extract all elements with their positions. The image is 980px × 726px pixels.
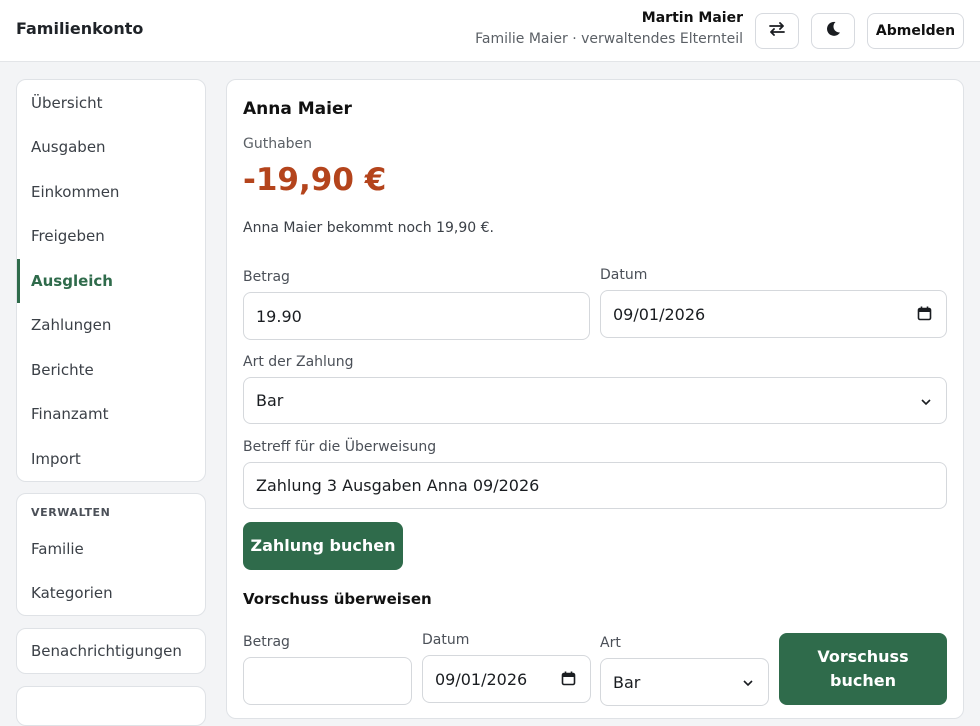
book-advance-label-line2: buchen <box>830 671 896 690</box>
book-advance-label-line1: Vorschuss <box>817 647 909 666</box>
payment-type-label: Art der Zahlung <box>243 354 354 370</box>
payment-type-select[interactable]: Bar <box>243 377 947 424</box>
balance-note: Anna Maier bekommt noch 19,90 €. <box>243 220 494 236</box>
user-role: Familie Maier · verwaltendes Elternteil <box>475 31 743 47</box>
dark-mode-button[interactable] <box>811 13 855 49</box>
sidebar-item-import[interactable]: Import <box>17 437 205 481</box>
payment-date-input[interactable]: 09/01/2026 <box>600 290 947 338</box>
advance-amount-input[interactable] <box>243 657 412 705</box>
payment-date-value: 09/01/2026 <box>613 304 706 324</box>
payment-date-label: Datum <box>600 267 648 283</box>
advance-amount-label: Betrag <box>243 634 290 650</box>
payment-amount-input[interactable]: 19.90 <box>243 292 590 340</box>
sidebar-nav: Übersicht Ausgaben Einkommen Freigeben A… <box>16 79 206 482</box>
sidebar-item-finanzamt[interactable]: Finanzamt <box>17 392 205 436</box>
calendar-icon[interactable] <box>917 306 932 325</box>
top-bar: Familienkonto Martin Maier Familie Maier… <box>0 0 980 62</box>
user-info: Martin Maier Familie Maier · verwaltende… <box>475 10 743 47</box>
logout-button[interactable]: Abmelden <box>867 13 964 49</box>
advance-date-value: 09/01/2026 <box>435 669 528 689</box>
sidebar-item-zahlungen[interactable]: Zahlungen <box>17 303 205 347</box>
payment-reference-input[interactable]: Zahlung 3 Ausgaben Anna 09/2026 <box>243 462 947 509</box>
manage-heading: VERWALTEN <box>31 506 111 519</box>
payment-reference-label: Betreff für die Überweisung <box>243 439 437 455</box>
advance-heading: Vorschuss überweisen <box>243 590 432 608</box>
moon-icon <box>824 20 842 42</box>
person-name: Anna Maier <box>243 99 352 119</box>
chevron-down-icon <box>920 393 932 412</box>
advance-type-value: Bar <box>613 672 641 692</box>
book-payment-button[interactable]: Zahlung buchen <box>243 522 403 570</box>
user-name: Martin Maier <box>641 10 743 26</box>
sidebar-item-ausgaben[interactable]: Ausgaben <box>17 125 205 169</box>
sidebar-item-einkommen[interactable]: Einkommen <box>17 170 205 214</box>
sidebar-item-ausgleich[interactable]: Ausgleich <box>17 259 205 303</box>
switch-account-button[interactable] <box>755 13 799 49</box>
book-advance-button[interactable]: Vorschuss buchen <box>779 633 947 705</box>
calendar-icon[interactable] <box>561 671 576 690</box>
payment-type-value: Bar <box>256 391 284 410</box>
payment-amount-label: Betrag <box>243 269 290 285</box>
sidebar-item-kategorien[interactable]: Kategorien <box>17 571 205 615</box>
balance-label: Guthaben <box>243 136 313 152</box>
sidebar-manage-section: VERWALTEN Familie Kategorien <box>16 493 206 616</box>
settlement-card: Anna Maier Guthaben -19,90 € Anna Maier … <box>226 79 964 719</box>
sidebar-extra-card <box>16 686 206 726</box>
sidebar-item-freigeben[interactable]: Freigeben <box>17 214 205 258</box>
balance-value: -19,90 € <box>243 162 387 198</box>
chevron-down-icon <box>742 674 754 693</box>
sidebar-item-uebersicht[interactable]: Übersicht <box>17 81 205 125</box>
sidebar-notifications-card: Benachrichtigungen <box>16 628 206 674</box>
advance-date-label: Datum <box>422 632 470 648</box>
advance-type-label: Art <box>600 635 621 651</box>
sidebar-item-familie[interactable]: Familie <box>17 527 205 571</box>
advance-date-input[interactable]: 09/01/2026 <box>422 655 591 703</box>
swap-icon <box>768 22 786 40</box>
sidebar-item-benachrichtigungen[interactable]: Benachrichtigungen <box>17 629 205 673</box>
sidebar-item-berichte[interactable]: Berichte <box>17 348 205 392</box>
app-title: Familienkonto <box>16 19 144 38</box>
advance-type-select[interactable]: Bar <box>600 658 769 706</box>
